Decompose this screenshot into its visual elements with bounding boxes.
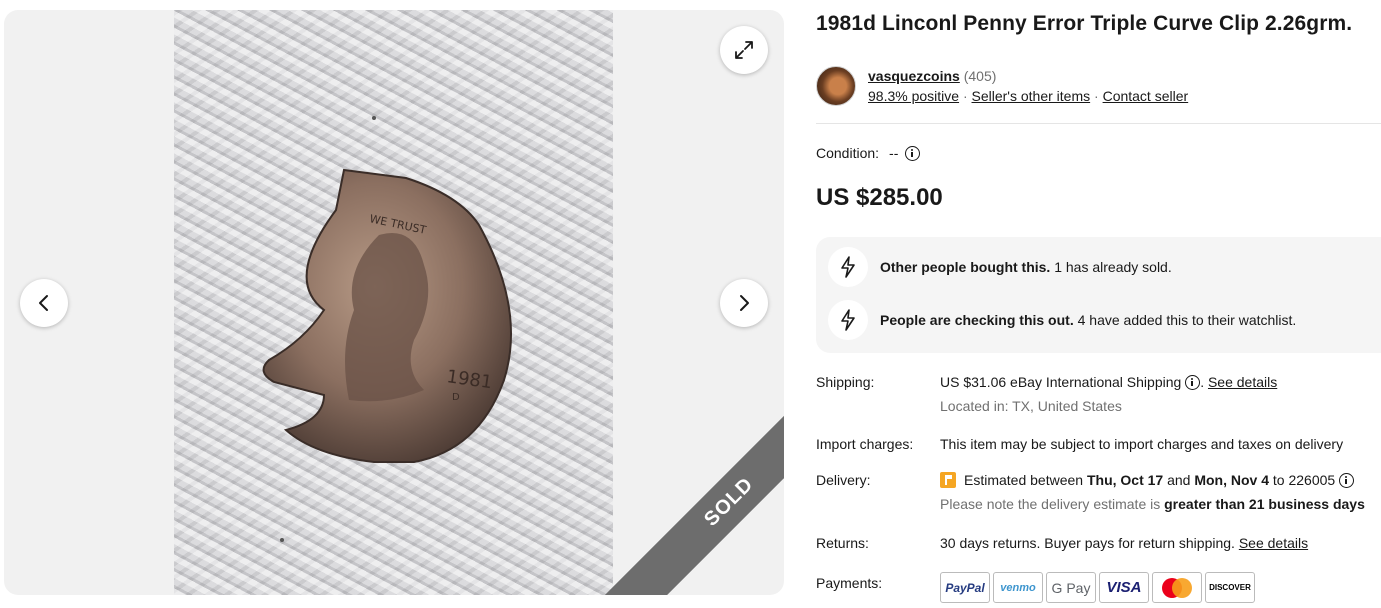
delivery-zip: to 226005 (1269, 472, 1340, 488)
delivery-note-bold: greater than 21 business days (1164, 496, 1365, 512)
info-icon[interactable] (1185, 375, 1201, 390)
sold-label: SOLD (699, 472, 758, 531)
signal-text: 1 has already sold. (1050, 259, 1172, 275)
delivery-date-end: Mon, Nov 4 (1194, 472, 1270, 488)
returns-row: Returns: 30 days returns. Buyer pays for… (816, 535, 1381, 555)
chevron-left-icon (39, 295, 48, 311)
signal-item: People are checking this out. 4 have add… (828, 300, 1296, 340)
urgency-signals: Other people bought this. 1 has already … (816, 237, 1381, 353)
listing-details: 1981d Linconl Penny Error Triple Curve C… (816, 0, 1381, 608)
item-location: Located in: TX, United States (940, 398, 1122, 414)
delivery-text: and (1163, 472, 1195, 488)
svg-text:D: D (452, 392, 460, 403)
signal-text: 4 have added this to their watchlist. (1073, 312, 1297, 328)
import-label: Import charges: (816, 436, 914, 452)
sold-ribbon: SOLD (596, 369, 784, 595)
shipping-see-details-link[interactable]: See details (1208, 374, 1277, 390)
previous-image-button[interactable] (20, 279, 68, 327)
payments-label: Payments: (816, 575, 883, 591)
payments-row: Payments: PayPal venmo G Pay VISA DISCOV… (816, 572, 1381, 608)
separator-dot: · (1094, 88, 1099, 104)
listing-title: 1981d Linconl Penny Error Triple Curve C… (816, 12, 1353, 35)
seller-name-link[interactable]: vasquezcoins (868, 68, 960, 84)
image-gallery: WE TRUST 1981 D SOLD (4, 10, 784, 595)
visa-logo: VISA (1099, 572, 1149, 603)
venmo-logo: venmo (993, 572, 1043, 603)
shipping-row: Shipping: US $31.06 eBay International S… (816, 374, 1381, 420)
condition-label: Condition: (816, 145, 880, 161)
delivery-text: Estimated between (964, 472, 1087, 488)
seller-card: vasquezcoins (405) 98.3% positive · Sell… (816, 66, 1188, 106)
fullscreen-button[interactable] (720, 26, 768, 74)
listing-photo[interactable]: WE TRUST 1981 D (174, 10, 613, 595)
signal-bold: Other people bought this. (880, 259, 1051, 275)
returns-label: Returns: (816, 535, 869, 551)
delivery-date-start: Thu, Oct 17 (1086, 472, 1164, 488)
seller-avatar[interactable] (816, 66, 856, 106)
delivery-flag-icon (940, 472, 956, 488)
shipping-cost: US $31.06 (940, 374, 1007, 390)
import-row: Import charges: This item may be subject… (816, 436, 1381, 456)
price: US $285.00 (816, 184, 943, 211)
condition-value: -- (889, 145, 899, 161)
next-image-button[interactable] (720, 279, 768, 327)
delivery-note: Please note the delivery estimate is (940, 496, 1165, 512)
delivery-row: Delivery: Estimated between Thu, Oct 17 … (816, 472, 1381, 518)
delivery-label: Delivery: (816, 472, 871, 488)
returns-text: 30 days returns. Buyer pays for return s… (940, 535, 1239, 551)
shipping-label: Shipping: (816, 374, 875, 390)
info-icon[interactable] (1339, 473, 1355, 488)
info-icon[interactable] (905, 145, 921, 161)
shipping-method: eBay International Shipping (1006, 374, 1186, 390)
mastercard-logo (1152, 572, 1202, 603)
discover-logo: DISCOVER (1205, 572, 1255, 603)
expand-icon (735, 41, 753, 59)
divider (816, 123, 1381, 124)
seller-other-items-link[interactable]: Seller's other items (972, 88, 1091, 104)
google-pay-logo: G Pay (1046, 572, 1096, 603)
seller-feedback-count: (405) (963, 68, 997, 84)
seller-positive-link[interactable]: 98.3% positive (868, 88, 959, 104)
paypal-logo: PayPal (940, 572, 990, 603)
signal-item: Other people bought this. 1 has already … (828, 247, 1172, 287)
returns-see-details-link[interactable]: See details (1239, 535, 1308, 551)
contact-seller-link[interactable]: Contact seller (1103, 88, 1189, 104)
chevron-right-icon (740, 295, 749, 311)
separator-dot: · (962, 88, 968, 104)
punct: . (1200, 374, 1208, 390)
import-text: This item may be subject to import charg… (940, 436, 1344, 452)
lightning-icon (828, 247, 868, 287)
signal-bold: People are checking this out. (880, 312, 1074, 328)
coin-image: WE TRUST 1981 D (262, 116, 513, 542)
condition-row: Condition: -- (816, 145, 921, 161)
lightning-icon (828, 300, 868, 340)
